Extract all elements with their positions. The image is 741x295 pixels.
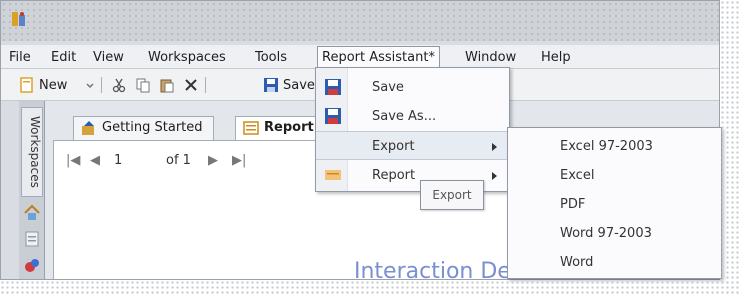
report-icon bbox=[325, 170, 341, 180]
submenu-arrow-icon bbox=[492, 172, 497, 180]
menu-view[interactable]: View bbox=[93, 49, 124, 67]
menu-tools[interactable]: Tools bbox=[255, 49, 287, 67]
page-number-input[interactable]: 1 bbox=[114, 153, 122, 168]
export-tooltip: Export bbox=[420, 180, 484, 210]
export-pdf[interactable]: PDF bbox=[508, 190, 721, 219]
menu-bar: File Edit View Workspaces Tools Report A… bbox=[1, 45, 719, 69]
workspaces-tab[interactable]: Workspaces bbox=[21, 107, 43, 197]
menu-item-export[interactable]: Export bbox=[316, 131, 509, 160]
save-icon bbox=[264, 78, 278, 92]
prev-page-icon[interactable]: ◀ bbox=[90, 153, 100, 168]
save-icon bbox=[325, 79, 341, 95]
dropdown-arrow-icon bbox=[86, 83, 94, 89]
delete-button[interactable] bbox=[183, 76, 199, 94]
new-dropdown-button[interactable] bbox=[85, 76, 95, 94]
menu-edit[interactable]: Edit bbox=[51, 49, 76, 67]
document-icon[interactable] bbox=[22, 229, 42, 249]
save-label: Save bbox=[283, 77, 315, 93]
menu-report-assistant[interactable]: Report Assistant* bbox=[317, 46, 440, 69]
home-icon[interactable] bbox=[22, 203, 42, 223]
menu-item-label: Report bbox=[372, 168, 416, 183]
new-label: New bbox=[39, 77, 68, 93]
tab-label: Getting Started bbox=[102, 120, 203, 135]
export-word-97-2003[interactable]: Word 97-2003 bbox=[508, 219, 721, 248]
report-assistant-menu: Save Save As... Export Report bbox=[315, 67, 510, 192]
tab-label: Report bbox=[264, 120, 314, 135]
workspaces-sidebar: Workspaces bbox=[19, 101, 45, 279]
report-icon bbox=[243, 121, 259, 135]
cut-button[interactable] bbox=[111, 76, 127, 94]
menu-help[interactable]: Help bbox=[541, 49, 571, 67]
export-word[interactable]: Word bbox=[508, 248, 721, 277]
menu-file[interactable]: File bbox=[9, 49, 31, 67]
cut-icon bbox=[112, 78, 126, 93]
export-excel[interactable]: Excel bbox=[508, 161, 721, 190]
menu-item-save[interactable]: Save bbox=[316, 73, 509, 102]
next-page-icon[interactable]: ▶ bbox=[208, 153, 218, 168]
paste-icon bbox=[160, 79, 174, 93]
delete-icon bbox=[185, 79, 197, 91]
copy-button[interactable] bbox=[135, 76, 151, 94]
first-page-icon[interactable]: |◀ bbox=[66, 153, 80, 168]
export-excel-97-2003[interactable]: Excel 97-2003 bbox=[508, 132, 721, 161]
title-bar bbox=[1, 1, 719, 41]
tab-report[interactable]: Report bbox=[235, 116, 325, 140]
page-count-label: of 1 bbox=[166, 153, 191, 168]
menu-item-label: Save As... bbox=[372, 109, 437, 124]
menu-window[interactable]: Window bbox=[465, 49, 516, 67]
save-button[interactable]: Save bbox=[263, 76, 315, 94]
toolbar-separator bbox=[205, 77, 206, 93]
toolbar-separator bbox=[101, 77, 102, 93]
new-button[interactable]: New bbox=[19, 76, 67, 94]
tab-getting-started[interactable]: Getting Started bbox=[73, 116, 214, 140]
app-logo-icon bbox=[9, 9, 29, 29]
wrench-icon bbox=[82, 121, 94, 135]
new-icon bbox=[20, 77, 33, 93]
chart-icon[interactable] bbox=[22, 255, 42, 275]
menu-item-save-as[interactable]: Save As... bbox=[316, 102, 509, 131]
submenu-arrow-icon bbox=[492, 143, 497, 151]
torn-edge-bottom bbox=[0, 280, 741, 295]
menu-item-label: Export bbox=[372, 139, 415, 154]
paste-button[interactable] bbox=[159, 76, 175, 94]
menu-item-label: Save bbox=[372, 80, 404, 95]
copy-icon bbox=[136, 78, 150, 93]
torn-edge-right bbox=[720, 0, 741, 295]
menu-workspaces[interactable]: Workspaces bbox=[148, 49, 226, 67]
save-as-icon bbox=[325, 108, 341, 124]
export-submenu: Excel 97-2003 Excel PDF Word 97-2003 Wor… bbox=[507, 127, 722, 279]
last-page-icon[interactable]: ▶| bbox=[232, 153, 246, 168]
